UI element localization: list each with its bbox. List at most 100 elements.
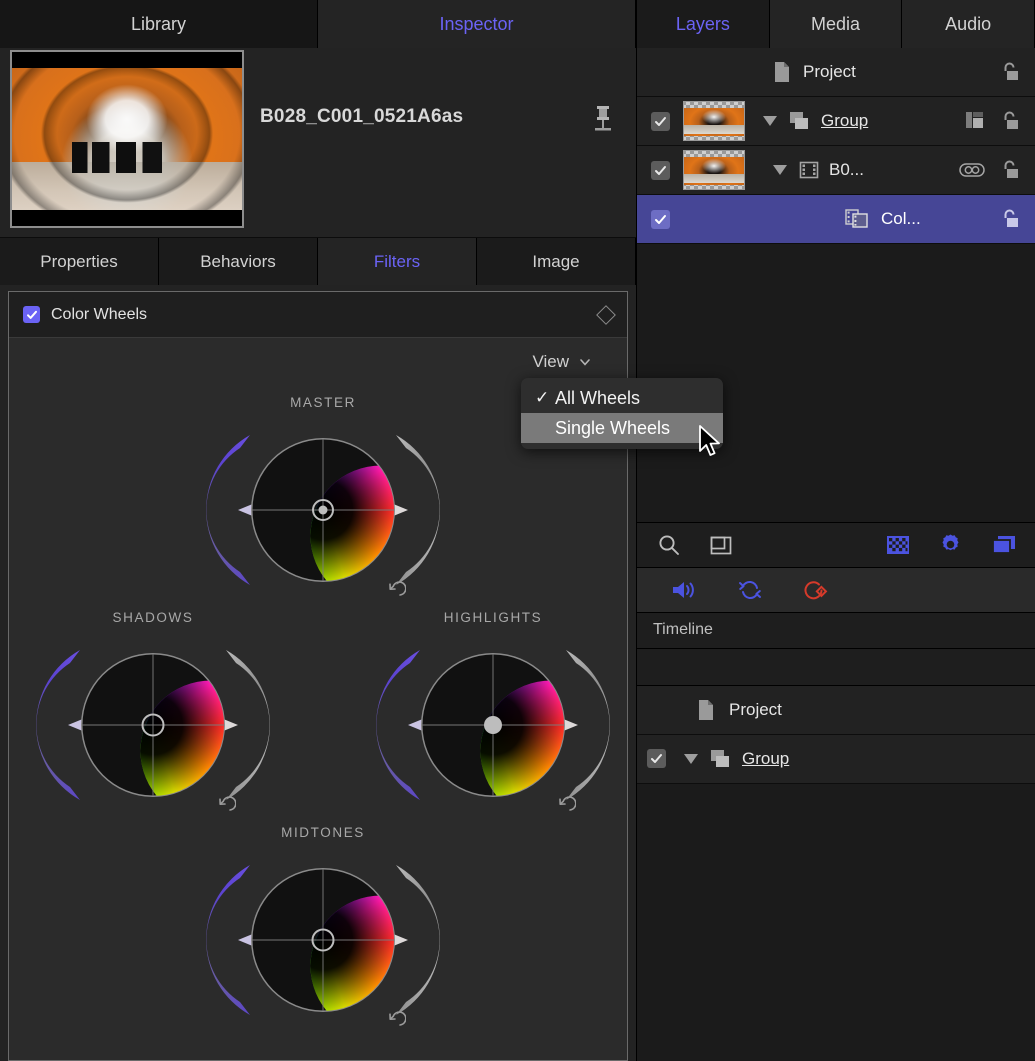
page-title: B028_C001_0521A6as: [260, 106, 463, 128]
layers-toolbar: [637, 522, 1035, 568]
tab-library[interactable]: Library: [0, 0, 318, 48]
checkmark-icon: ✓: [535, 388, 555, 408]
tab-inspector-label: Inspector: [439, 14, 513, 35]
playback-toolbar: [637, 568, 1035, 613]
color-wheel-shadows[interactable]: SHADOWS: [24, 610, 282, 825]
disclosure-triangle-icon[interactable]: [763, 116, 777, 126]
tab-filters[interactable]: Filters: [318, 238, 477, 285]
unlock-icon[interactable]: [999, 208, 1021, 230]
row-icons: [965, 110, 1035, 132]
group-icon: [710, 749, 732, 769]
color-wheel-shadows-graphic[interactable]: [24, 628, 282, 823]
layer-thumbnail-floor: [684, 125, 744, 134]
row-checkbox-cell: [637, 210, 683, 229]
color-wheel-highlights-label: HIGHLIGHTS: [364, 610, 622, 625]
timeline-rest: [637, 784, 1035, 1061]
layer-name[interactable]: B0...: [829, 160, 864, 180]
unlock-icon[interactable]: [999, 110, 1021, 132]
tab-audio-label: Audio: [945, 14, 991, 35]
tab-behaviors-label: Behaviors: [200, 252, 276, 272]
tab-media[interactable]: Media: [770, 0, 903, 48]
tab-image[interactable]: Image: [477, 238, 636, 285]
tab-layers[interactable]: Layers: [637, 0, 770, 48]
tab-layers-label: Layers: [676, 14, 730, 35]
loop-icon[interactable]: [737, 578, 763, 602]
color-wheel-master[interactable]: MASTER: [194, 395, 452, 610]
disclosure-triangle-icon[interactable]: [773, 165, 787, 175]
checkerboard-icon[interactable]: [886, 534, 910, 556]
menu-item-all-wheels[interactable]: ✓ All Wheels: [521, 383, 723, 413]
layer-visibility-checkbox[interactable]: [651, 210, 670, 229]
pin-icon[interactable]: [588, 103, 618, 137]
table-row[interactable]: Project: [637, 48, 1035, 97]
layers-stack-icon[interactable]: [991, 534, 1017, 556]
list-item[interactable]: Group: [637, 735, 1035, 784]
color-wheel-midtones[interactable]: MIDTONES: [194, 825, 452, 1040]
row-icons: [959, 159, 1035, 181]
menu-item-single-wheels-label: Single Wheels: [555, 418, 670, 439]
unlock-icon[interactable]: [999, 159, 1021, 181]
inspector-top-tabs: Library Inspector: [0, 0, 636, 48]
link-icon[interactable]: [959, 162, 985, 178]
unlock-icon[interactable]: [999, 61, 1021, 83]
timeline-row-name: Project: [729, 700, 782, 720]
diamond-keyframe-icon[interactable]: [596, 305, 616, 325]
color-wheel-midtones-graphic[interactable]: [194, 843, 452, 1038]
disclosure-triangle-icon[interactable]: [684, 754, 698, 764]
layer-name[interactable]: Group: [821, 111, 868, 131]
reset-arrow-icon[interactable]: [216, 796, 236, 816]
filter-clip-icon: [845, 208, 869, 230]
filter-enable-checkbox[interactable]: [23, 306, 40, 323]
menu-item-all-wheels-label: All Wheels: [555, 388, 640, 409]
layer-name[interactable]: Col...: [881, 209, 921, 229]
search-icon[interactable]: [657, 533, 681, 557]
timeline-ruler-blank: [637, 649, 1035, 686]
tab-properties-label: Properties: [40, 252, 117, 272]
gear-icon[interactable]: [938, 532, 963, 557]
tab-properties[interactable]: Properties: [0, 238, 159, 285]
color-wheel-midtones-label: MIDTONES: [194, 825, 452, 840]
frame-icon[interactable]: [709, 533, 733, 557]
timeline-row-name[interactable]: Group: [742, 749, 789, 769]
view-dropdown-menu[interactable]: ✓ All Wheels Single Wheels: [521, 378, 723, 449]
layer-name: Project: [803, 62, 856, 82]
row-icons: [999, 208, 1035, 230]
inspector-column: Library Inspector B028_C001_0521A6as: [0, 0, 637, 1061]
row-checkbox-cell: [637, 112, 683, 131]
table-row[interactable]: Col...: [637, 195, 1035, 244]
timeline-visibility-checkbox[interactable]: [647, 749, 666, 768]
reset-arrow-icon[interactable]: [386, 1011, 406, 1031]
filter-title: Color Wheels: [51, 306, 147, 324]
mask-icon[interactable]: [965, 111, 985, 131]
speaker-icon[interactable]: [671, 578, 699, 602]
clip-preview-row: B028_C001_0521A6as: [0, 48, 636, 238]
table-row[interactable]: B0...: [637, 146, 1035, 195]
clip-thumbnail-image: [12, 68, 242, 210]
layer-visibility-checkbox[interactable]: [651, 112, 670, 131]
filter-header: Color Wheels: [9, 292, 627, 338]
menu-item-single-wheels[interactable]: Single Wheels: [521, 413, 723, 443]
tab-media-label: Media: [811, 14, 860, 35]
color-wheel-master-label: MASTER: [194, 395, 452, 410]
reset-arrow-icon[interactable]: [556, 796, 576, 816]
reset-arrow-icon[interactable]: [386, 581, 406, 601]
layers-list: Project: [637, 48, 1035, 244]
tab-inspector[interactable]: Inspector: [318, 0, 636, 48]
timeline-label: Timeline: [653, 621, 713, 639]
color-wheel-master-graphic[interactable]: [194, 413, 452, 608]
keyframe-record-icon[interactable]: [801, 578, 829, 602]
color-wheel-highlights-graphic[interactable]: [364, 628, 622, 823]
tab-filters-label: Filters: [374, 252, 420, 272]
tab-audio[interactable]: Audio: [902, 0, 1035, 48]
list-item[interactable]: Project: [637, 686, 1035, 735]
clip-thumbnail[interactable]: [10, 50, 244, 228]
layer-thumbnail-floor: [684, 174, 744, 183]
color-wheel-highlights[interactable]: HIGHLIGHTS: [364, 610, 622, 825]
layer-visibility-checkbox[interactable]: [651, 161, 670, 180]
motion-app-window: Library Inspector B028_C001_0521A6as: [0, 0, 1035, 1061]
group-icon: [789, 111, 811, 131]
row-icons: [999, 61, 1035, 83]
inspector-sub-tabs: Properties Behaviors Filters Image: [0, 238, 636, 285]
tab-behaviors[interactable]: Behaviors: [159, 238, 318, 285]
table-row[interactable]: Group: [637, 97, 1035, 146]
